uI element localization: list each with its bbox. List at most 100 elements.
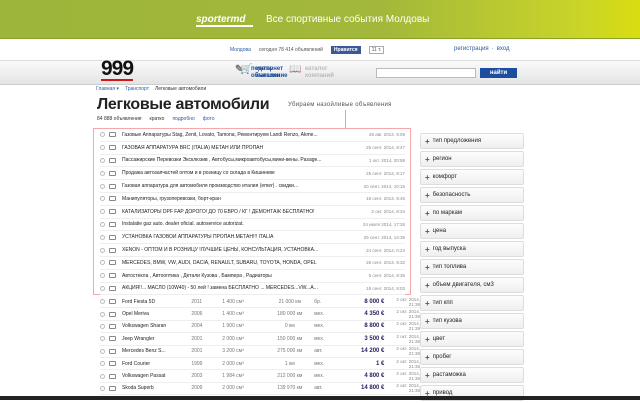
select-radio[interactable] xyxy=(100,145,105,151)
listing-title[interactable]: Газовая аппаратура для автомобиля произв… xyxy=(122,183,350,189)
select-radio[interactable] xyxy=(100,373,105,379)
breadcrumb-transport[interactable]: Транспорт xyxy=(125,86,149,92)
listing-title[interactable]: XENON - ОПТОМ И В РОЗНИЦУ !ЛУЧШИЕ ЦЕНЫ, … xyxy=(122,247,350,253)
camera-icon xyxy=(109,260,116,266)
list-item[interactable]: Газовая аппаратура для автомобиля произв… xyxy=(100,180,405,193)
select-radio[interactable] xyxy=(100,348,105,354)
view-detailed[interactable]: подробно xyxy=(172,116,194,122)
select-radio[interactable] xyxy=(100,170,105,176)
listing-title[interactable]: Продажа автозапчастей оптом и в розницу … xyxy=(122,170,350,176)
table-row[interactable]: Opel Meriva 2006 1 400 см³ 180 000 км мех. 4 … xyxy=(100,308,420,321)
filter-toggle[interactable]: + безопасность xyxy=(420,187,524,203)
car-name[interactable]: Volkswagen Sharan xyxy=(122,323,191,329)
filter-toggle[interactable]: + год выпуска xyxy=(420,241,524,257)
region-link[interactable]: Молдова xyxy=(230,47,251,53)
select-radio[interactable] xyxy=(100,260,105,266)
select-radio[interactable] xyxy=(100,157,105,163)
list-item[interactable]: Манипуляторы, грузоперевозки, борт-кран 1… xyxy=(100,193,405,206)
listing-title[interactable]: Instalatie gaz auto. dealer oficial. aut… xyxy=(122,221,350,227)
list-item[interactable]: Газовые Аппаратуры Stag, Zenit, Lovato, … xyxy=(100,129,405,142)
listing-title[interactable]: MERCEDES, BMW, VW, AUDI, DACIA, RENAULT,… xyxy=(122,260,350,266)
select-radio[interactable] xyxy=(100,285,105,291)
table-row[interactable]: Volkswagen Sharan 2004 1 900 см³ 0 км мех. 8 … xyxy=(100,321,420,334)
car-name[interactable]: Mercedes Benz S... xyxy=(122,348,191,354)
filter-toggle[interactable]: + тип предложения xyxy=(420,133,524,149)
list-item[interactable]: Instalatie gaz auto. dealer oficial. aut… xyxy=(100,219,405,232)
filter-toggle[interactable]: + тип топлива xyxy=(420,259,524,275)
listing-title[interactable]: Газовые Аппаратуры Stag, Zenit, Lovato, … xyxy=(122,132,350,138)
listing-title[interactable]: Манипуляторы, грузоперевозки, борт-кран xyxy=(122,196,350,202)
listing-title[interactable]: УСТАНОВКА ГАЗОВОЙ АППАРАТУРЫ ПРОПАН.МЕТА… xyxy=(122,234,350,240)
filter-toggle[interactable]: + тип кпп xyxy=(420,295,524,311)
list-item[interactable]: Автостекла , Автооптика , Детали Кузова … xyxy=(100,270,405,283)
filter-toggle[interactable]: + объем двигателя, см3 xyxy=(420,277,524,293)
list-item[interactable]: MERCEDES, BMW, VW, AUDI, DACIA, RENAULT,… xyxy=(100,257,405,270)
select-radio[interactable] xyxy=(100,385,105,391)
car-name[interactable]: Ford Courier xyxy=(122,361,191,367)
select-radio[interactable] xyxy=(100,221,105,227)
site-logo[interactable]: 999 xyxy=(101,58,134,81)
car-name[interactable]: Volkswagen Passat xyxy=(122,373,191,379)
list-item[interactable]: КАТАЛИЗАТОРЫ DPF FAP ДОРОГО! ДО 70 ЕВРО … xyxy=(100,206,405,219)
facebook-like-button[interactable]: Нравится xyxy=(330,46,361,54)
filter-toggle[interactable]: + по маркам xyxy=(420,205,524,221)
table-row[interactable]: Skoda Superb 2009 2 000 см³ 139 970 км авт. 1… xyxy=(100,383,420,396)
list-item[interactable]: АКЦИЯ!!... МАСЛО (10W40) - 50 лей ! заме… xyxy=(100,283,405,296)
camera-icon xyxy=(109,234,116,240)
breadcrumb-home[interactable]: Главная ▾ xyxy=(96,86,119,92)
select-radio[interactable] xyxy=(100,273,105,279)
list-item[interactable]: ГАЗОВАЯ АППАРАТУРА BRC (ITALIA) МЕТАН ИЛ… xyxy=(100,142,405,155)
car-name[interactable]: Skoda Superb xyxy=(122,385,191,391)
table-row[interactable]: Ford Courier 1999 2 000 см³ 1 км мех. 1 € 2 ок… xyxy=(100,358,420,371)
view-photo[interactable]: фото xyxy=(203,116,215,122)
mileage: 21 000 км xyxy=(278,298,301,305)
select-radio[interactable] xyxy=(100,209,105,215)
list-item[interactable]: Продажа автозапчастей оптом и в розницу … xyxy=(100,167,405,181)
filter-toggle[interactable]: + комфорт xyxy=(420,169,524,185)
search-button[interactable]: найти xyxy=(480,68,517,78)
listing-date: 2 окт. 2014, 21:38 xyxy=(396,346,420,357)
select-radio[interactable] xyxy=(100,311,105,317)
listing-title[interactable]: Автостекла , Автооптика , Детали Кузова … xyxy=(122,273,350,279)
select-radio[interactable] xyxy=(100,299,105,305)
filter-toggle[interactable]: + растаможка xyxy=(420,367,524,383)
view-short[interactable]: кратко xyxy=(150,116,165,122)
listing-title[interactable]: ГАЗОВАЯ АППАРАТУРА BRC (ITALIA) МЕТАН ИЛ… xyxy=(122,145,350,151)
select-radio[interactable] xyxy=(100,323,105,329)
listing-date: 20 сент. 2014, 10:15 xyxy=(363,183,405,189)
select-radio[interactable] xyxy=(100,247,105,253)
search-input[interactable] xyxy=(376,68,476,78)
select-radio[interactable] xyxy=(100,361,105,367)
register-link[interactable]: регистрация xyxy=(454,46,489,52)
list-item[interactable]: Пассажирские Перевозки Эксклюзив , Автоб… xyxy=(100,155,405,168)
filter-toggle[interactable]: + регион xyxy=(420,151,524,167)
filter-toggle[interactable]: + тип кузова xyxy=(420,313,524,329)
filter-toggle[interactable]: + цвет xyxy=(420,331,524,347)
select-radio[interactable] xyxy=(100,183,105,189)
sporter-banner[interactable]: sportermd Все спортивные события Молдовы xyxy=(0,0,640,39)
select-radio[interactable] xyxy=(100,196,105,202)
car-name[interactable]: Opel Meriva xyxy=(122,311,191,317)
plus-icon: + xyxy=(425,172,430,182)
list-item[interactable]: УСТАНОВКА ГАЗОВОЙ АППАРАТУРЫ ПРОПАН.МЕТА… xyxy=(100,231,405,245)
filter-label: растаможка xyxy=(432,372,466,378)
filter-toggle[interactable]: + цена xyxy=(420,223,524,239)
auth-links: регистрация · вход xyxy=(454,46,510,52)
login-link[interactable]: вход xyxy=(497,46,510,52)
company-catalog-link[interactable]: 📖 каталог компаний xyxy=(289,65,349,80)
car-name[interactable]: Ford Fiesta 5D xyxy=(122,299,191,305)
listing-title[interactable]: Пассажирские Перевозки Эксклюзив , Автоб… xyxy=(122,157,350,163)
select-radio[interactable] xyxy=(100,336,105,342)
car-name[interactable]: Jeep Wrangler xyxy=(122,336,191,342)
select-radio[interactable] xyxy=(100,234,105,240)
select-radio[interactable] xyxy=(100,132,105,138)
listing-title[interactable]: КАТАЛИЗАТОРЫ DPF FAP ДОРОГО! ДО 70 ЕВРО … xyxy=(122,209,350,215)
filter-toggle[interactable]: + пробег xyxy=(420,349,524,365)
table-row[interactable]: Ford Fiesta 5D 2011 1 400 см³ 21 000 км бр. 8… xyxy=(100,296,420,309)
list-item[interactable]: XENON - ОПТОМ И В РОЗНИЦУ !ЛУЧШИЕ ЦЕНЫ, … xyxy=(100,244,405,257)
listing-title[interactable]: АКЦИЯ!!... МАСЛО (10W40) - 50 лей ! заме… xyxy=(122,285,350,291)
filter-label: год выпуска xyxy=(432,246,466,252)
table-row[interactable]: Mercedes Benz S... 2001 3 200 см³ 275 000 к… xyxy=(100,346,420,358)
table-row[interactable]: Jeep Wrangler 2001 2 000 см³ 150 000 км мех.… xyxy=(100,333,420,346)
table-row[interactable]: Volkswagen Passat 2003 1 984 см³ 212 000 км… xyxy=(100,370,420,383)
